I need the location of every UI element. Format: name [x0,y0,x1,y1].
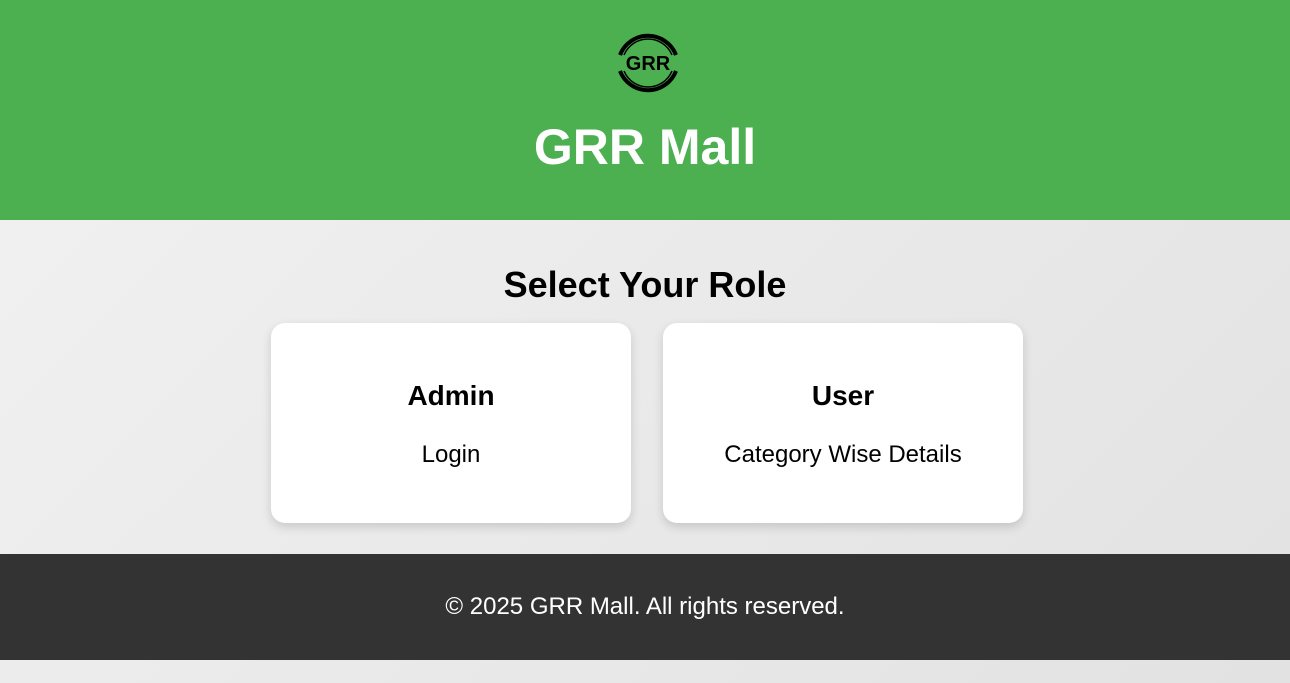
user-role-card[interactable]: User Category Wise Details [663,323,1023,523]
grr-logo: GRR [618,33,678,93]
logo-text: GRR [626,53,671,75]
admin-card-title: Admin [407,380,495,411]
role-selection-section: Select Your Role Admin Login User Catego… [0,220,1290,554]
site-title: GRR Mall [533,119,757,175]
admin-card-description: Login [421,441,481,468]
user-card-description: Category Wise Details [724,441,962,468]
admin-role-card[interactable]: Admin Login [271,323,631,523]
section-title: Select Your Role [503,264,787,305]
site-footer: © 2025 GRR Mall. All rights reserved. [0,554,1290,660]
copyright-text: © 2025 GRR Mall. All rights reserved. [445,593,845,620]
user-card-title: User [811,380,875,411]
site-header: GRR GRR Mall [0,0,1290,220]
